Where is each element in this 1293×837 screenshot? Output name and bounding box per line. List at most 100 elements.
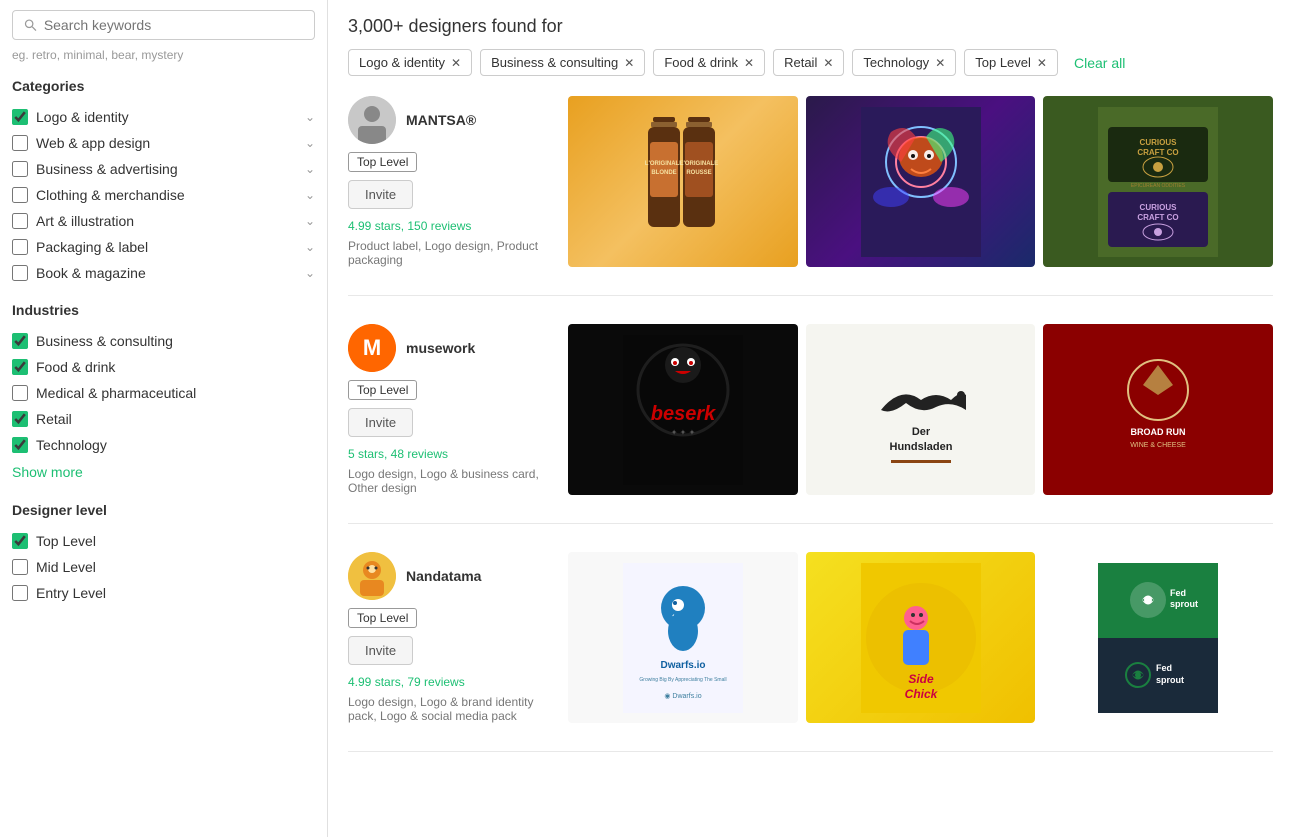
filter-item-food-drink[interactable]: Food & drink <box>12 354 315 380</box>
svg-text:Growing Big By Appreciating Th: Growing Big By Appreciating The Small <box>639 677 726 683</box>
checkbox-clothing[interactable] <box>12 187 28 203</box>
svg-text:CURIOUS: CURIOUS <box>1140 203 1178 212</box>
rating-mantsa[interactable]: 4.99 stars, 150 reviews <box>348 219 548 233</box>
label-art: Art & illustration <box>36 213 134 229</box>
mantsa-avatar-img <box>348 96 396 144</box>
label-top-level: Top Level <box>36 533 96 549</box>
label-book: Book & magazine <box>36 265 146 281</box>
rating-nandatama[interactable]: 4.99 stars, 79 reviews <box>348 675 548 689</box>
checkbox-medical[interactable] <box>12 385 28 401</box>
chevron-web-app: ⌄ <box>305 136 315 150</box>
checkbox-packaging[interactable] <box>12 239 28 255</box>
checkbox-art[interactable] <box>12 213 28 229</box>
avatar-musework: M <box>348 324 396 372</box>
filter-item-business-advertising[interactable]: Business & advertising ⌄ <box>12 156 315 182</box>
chevron-packaging: ⌄ <box>305 240 315 254</box>
remove-top-level-icon[interactable]: ✕ <box>1037 56 1047 70</box>
filter-item-packaging[interactable]: Packaging & label ⌄ <box>12 234 315 260</box>
label-web-app: Web & app design <box>36 135 150 151</box>
remove-technology-icon[interactable]: ✕ <box>935 56 945 70</box>
label-packaging: Packaging & label <box>36 239 148 255</box>
checkbox-retail[interactable] <box>12 411 28 427</box>
remove-business-consulting-icon[interactable]: ✕ <box>624 56 634 70</box>
search-icon <box>23 17 38 33</box>
svg-text:BROAD RUN: BROAD RUN <box>1131 427 1186 437</box>
checkbox-business-consulting[interactable] <box>12 333 28 349</box>
svg-text:ROUSSE: ROUSSE <box>686 170 711 176</box>
designer-name-musework: musework <box>406 340 475 356</box>
remove-retail-icon[interactable]: ✕ <box>823 56 833 70</box>
checkbox-logo-identity[interactable] <box>12 109 28 125</box>
nandatama-avatar-img <box>348 552 396 600</box>
filter-item-web-app[interactable]: Web & app design ⌄ <box>12 130 315 156</box>
invite-button-musework[interactable]: Invite <box>348 408 413 437</box>
beserk-svg: beserk ✦ ✦ ✦ <box>623 335 743 485</box>
search-input[interactable] <box>44 17 304 33</box>
designer-card-nandatama: Nandatama Top Level Invite 4.99 stars, 7… <box>348 552 1273 752</box>
filter-item-art[interactable]: Art & illustration ⌄ <box>12 208 315 234</box>
svg-text:WINE & CHEESE: WINE & CHEESE <box>1130 442 1186 449</box>
avatar-nandatama <box>348 552 396 600</box>
checkbox-food-drink[interactable] <box>12 359 28 375</box>
tag-food-drink[interactable]: Food & drink ✕ <box>653 49 765 76</box>
filter-item-top-level[interactable]: Top Level <box>12 528 315 554</box>
clear-all-button[interactable]: Clear all <box>1074 55 1125 71</box>
checkbox-technology[interactable] <box>12 437 28 453</box>
rating-musework[interactable]: 5 stars, 48 reviews <box>348 447 548 461</box>
search-box[interactable] <box>12 10 315 40</box>
active-filters: Logo & identity ✕ Business & consulting … <box>348 49 1273 76</box>
tag-logo-identity[interactable]: Logo & identity ✕ <box>348 49 472 76</box>
svg-text:beserk: beserk <box>651 403 716 425</box>
svg-text:✦ ✦ ✦: ✦ ✦ ✦ <box>671 428 696 437</box>
designer-header-nandatama: Nandatama <box>348 552 548 600</box>
svg-text:◉ Dwarfs.io: ◉ Dwarfs.io <box>664 693 701 700</box>
invite-button-mantsa[interactable]: Invite <box>348 180 413 209</box>
svg-text:M: M <box>363 335 381 360</box>
portfolio-img-broadrun[interactable]: BROAD RUN WINE & CHEESE <box>1043 324 1273 495</box>
tag-retail[interactable]: Retail ✕ <box>773 49 844 76</box>
remove-food-drink-icon[interactable]: ✕ <box>744 56 754 70</box>
portfolio-img-psychedelic[interactable] <box>806 96 1036 267</box>
tag-technology[interactable]: Technology ✕ <box>852 49 956 76</box>
svg-text:CRAFT CO: CRAFT CO <box>1138 148 1179 157</box>
portfolio-img-dwarfs[interactable]: Dwarfs.io Growing Big By Appreciating Th… <box>568 552 798 723</box>
invite-button-nandatama[interactable]: Invite <box>348 636 413 665</box>
designer-level-section: Designer level Top Level Mid Level Entry… <box>12 502 315 606</box>
tag-business-consulting[interactable]: Business & consulting ✕ <box>480 49 645 76</box>
portfolio-img-fedsprout[interactable]: Fed sprout Fed sprout <box>1043 552 1273 723</box>
portfolio-img-hundsladen[interactable]: Der Hundsladen <box>806 324 1036 495</box>
tags-musework: Logo design, Logo & business card, Other… <box>348 467 548 495</box>
filter-item-logo-identity[interactable]: Logo & identity ⌄ <box>12 104 315 130</box>
main-content: 3,000+ designers found for Logo & identi… <box>328 0 1293 837</box>
filter-item-book[interactable]: Book & magazine ⌄ <box>12 260 315 286</box>
checkbox-top-level[interactable] <box>12 533 28 549</box>
filter-item-technology[interactable]: Technology <box>12 432 315 458</box>
portfolio-img-sidechick[interactable]: Side Chick <box>806 552 1036 723</box>
portfolio-img-craft[interactable]: CURIOUS CRAFT CO EPICUREAN ODDITIES CURI… <box>1043 96 1273 267</box>
checkbox-web-app[interactable] <box>12 135 28 151</box>
curious-craft-svg: CURIOUS CRAFT CO EPICUREAN ODDITIES CURI… <box>1098 107 1218 257</box>
label-food-drink: Food & drink <box>36 359 115 375</box>
checkbox-business-advertising[interactable] <box>12 161 28 177</box>
portfolio-img-beer[interactable]: L'ORIGINALE BLONDE L'ORIGINALE ROUSSE <box>568 96 798 267</box>
chevron-clothing: ⌄ <box>305 188 315 202</box>
filter-item-mid-level[interactable]: Mid Level <box>12 554 315 580</box>
checkbox-book[interactable] <box>12 265 28 281</box>
filter-item-business-consulting[interactable]: Business & consulting <box>12 328 315 354</box>
designer-header-musework: M musework <box>348 324 548 372</box>
filter-item-retail[interactable]: Retail <box>12 406 315 432</box>
fedsprout-svg: Fed sprout Fed sprout <box>1098 563 1218 713</box>
filter-item-clothing[interactable]: Clothing & merchandise ⌄ <box>12 182 315 208</box>
chevron-logo-identity: ⌄ <box>305 110 315 124</box>
portfolio-img-beserk[interactable]: beserk ✦ ✦ ✦ <box>568 324 798 495</box>
checkbox-mid-level[interactable] <box>12 559 28 575</box>
filter-item-entry-level[interactable]: Entry Level <box>12 580 315 606</box>
search-hint: eg. retro, minimal, bear, mystery <box>12 48 315 62</box>
tag-top-level[interactable]: Top Level ✕ <box>964 49 1058 76</box>
filter-item-medical[interactable]: Medical & pharmaceutical <box>12 380 315 406</box>
show-more-button[interactable]: Show more <box>12 458 83 486</box>
remove-logo-identity-icon[interactable]: ✕ <box>451 56 461 70</box>
svg-text:L'ORIGINALE: L'ORIGINALE <box>680 161 718 167</box>
svg-text:EPICUREAN ODDITIES: EPICUREAN ODDITIES <box>1131 183 1186 189</box>
checkbox-entry-level[interactable] <box>12 585 28 601</box>
